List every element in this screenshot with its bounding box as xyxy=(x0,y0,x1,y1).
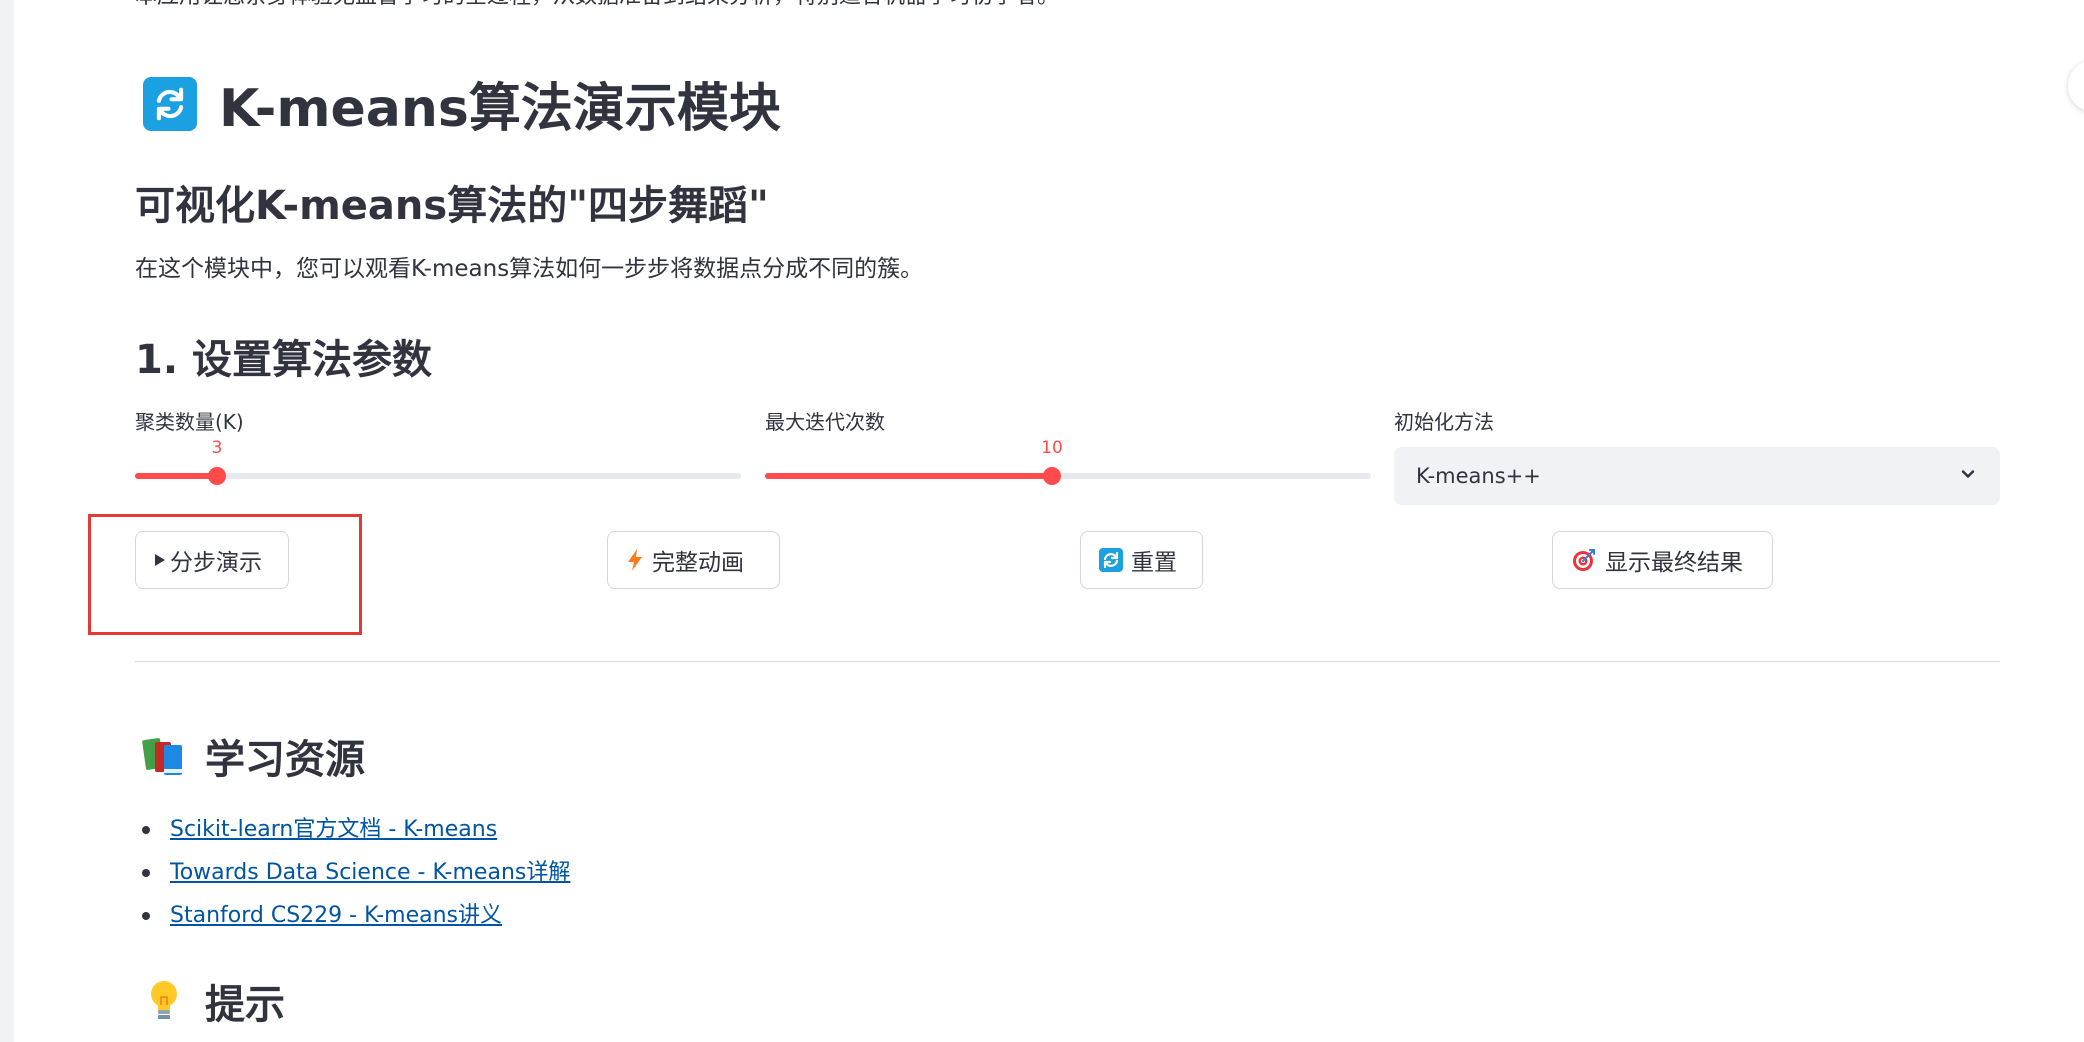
tips-heading-text: 提示 xyxy=(205,982,285,1028)
list-item: Towards Data Science - K-means详解 xyxy=(135,851,570,894)
divider xyxy=(135,661,2000,662)
params-heading: 1. 设置算法参数 xyxy=(135,337,432,383)
iter-slider-thumb[interactable] xyxy=(1043,467,1061,485)
target-icon xyxy=(1571,547,1597,573)
intro-text: 本应用让您亲身体验无监督学习的全过程，从数据准备到结果分析，特别适合机器学习初学… xyxy=(135,0,1059,10)
resource-links: Scikit-learn官方文档 - K-means Towards Data … xyxy=(135,808,570,937)
refresh-icon xyxy=(1099,548,1123,572)
reset-button[interactable]: 重置 xyxy=(1080,531,1203,589)
init-select-label: 初始化方法 xyxy=(1394,410,1494,434)
iter-slider-fill xyxy=(765,473,1052,479)
lightning-icon xyxy=(626,548,644,572)
list-item: Scikit-learn官方文档 - K-means xyxy=(135,808,570,851)
books-icon xyxy=(141,733,187,779)
lightbulb-icon xyxy=(141,978,187,1024)
init-method-select[interactable]: K-means++ xyxy=(1394,447,2000,505)
floating-action-button[interactable] xyxy=(2068,60,2084,112)
main-content: 本应用让您亲身体验无监督学习的全过程，从数据准备到结果分析，特别适合机器学习初学… xyxy=(88,0,2000,1042)
tips-heading: 提示 xyxy=(141,972,285,1030)
show-final-result-label: 显示最终结果 xyxy=(1605,550,1743,576)
resources-heading: 学习资源 xyxy=(141,727,365,785)
subtitle: 可视化K-means算法的"四步舞蹈" xyxy=(135,183,769,229)
chevron-down-icon xyxy=(1958,464,1978,489)
full-animation-button[interactable]: 完整动画 xyxy=(607,531,780,589)
iter-slider-value: 10 xyxy=(1041,438,1063,458)
sklearn-docs-link[interactable]: Scikit-learn官方文档 - K-means xyxy=(170,817,497,842)
refresh-icon xyxy=(143,76,197,131)
iter-slider-label: 最大迭代次数 xyxy=(765,410,885,434)
k-slider[interactable]: 3 xyxy=(135,438,741,485)
init-method-value: K-means++ xyxy=(1416,464,1541,488)
highlight-box xyxy=(88,514,362,635)
module-title-text: K-means算法演示模块 xyxy=(219,79,781,139)
stanford-notes-link[interactable]: Stanford CS229 - K-means讲义 xyxy=(170,903,502,928)
reset-label: 重置 xyxy=(1131,550,1177,576)
k-slider-fill xyxy=(135,473,217,479)
tds-article-link[interactable]: Towards Data Science - K-means详解 xyxy=(170,860,570,885)
module-title: K-means算法演示模块 xyxy=(143,66,781,141)
show-final-result-button[interactable]: 显示最终结果 xyxy=(1552,531,1773,589)
description: 在这个模块中，您可以观看K-means算法如何一步步将数据点分成不同的簇。 xyxy=(135,256,924,282)
k-slider-value: 3 xyxy=(211,438,223,458)
iter-slider[interactable]: 10 xyxy=(765,438,1371,485)
full-animation-label: 完整动画 xyxy=(652,550,744,576)
left-sidebar-edge xyxy=(0,0,14,1042)
list-item: Stanford CS229 - K-means讲义 xyxy=(135,894,570,937)
k-slider-thumb[interactable] xyxy=(208,467,226,485)
resources-heading-text: 学习资源 xyxy=(205,737,365,783)
k-slider-label: 聚类数量(K) xyxy=(135,410,244,434)
